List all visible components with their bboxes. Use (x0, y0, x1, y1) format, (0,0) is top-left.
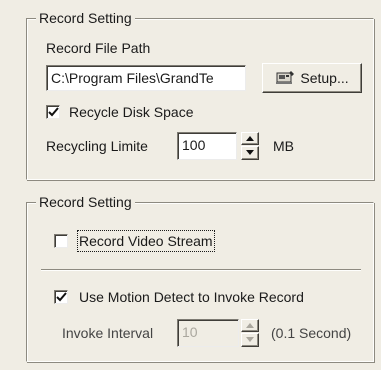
motion-detect-label[interactable]: Use Motion Detect to Invoke Record (79, 288, 304, 306)
group-2-title: Record Setting (36, 193, 135, 211)
recycling-limit-label: Recycling Limite (46, 138, 148, 154)
invoke-interval-unit: (0.1 Second) (271, 325, 352, 341)
record-video-stream-checkbox[interactable] (54, 234, 68, 248)
checkmark-icon (56, 292, 67, 302)
arrow-up-icon (246, 136, 254, 141)
spinner-down-button[interactable] (241, 333, 259, 347)
recycling-limit-input[interactable]: 100 (177, 132, 237, 160)
record-file-path-label: Record File Path (46, 40, 151, 56)
invoke-interval-input[interactable]: 10 (177, 319, 239, 347)
record-settings-panel: Record Setting Record File Path C:\Progr… (0, 0, 381, 370)
recycling-limit-unit: MB (273, 138, 294, 154)
arrow-down-icon (246, 150, 254, 155)
checkmark-icon (48, 107, 59, 117)
group-1-title: Record Setting (36, 9, 135, 27)
invoke-interval-label: Invoke Interval (62, 325, 154, 341)
arrow-down-icon (246, 337, 254, 342)
invoke-interval-spinner[interactable] (241, 319, 259, 347)
group-2-separator (41, 269, 361, 271)
setup-icon (275, 70, 295, 86)
spinner-up-button[interactable] (241, 132, 259, 145)
recycle-disk-space-label[interactable]: Recycle Disk Space (69, 103, 194, 121)
record-setting-group-1: Record Setting Record File Path C:\Progr… (26, 9, 374, 180)
record-file-path-input[interactable]: C:\Program Files\GrandTe (46, 65, 246, 91)
arrow-up-icon (246, 323, 254, 328)
spinner-down-button[interactable] (241, 146, 259, 160)
setup-button[interactable]: Setup... (262, 63, 362, 93)
motion-detect-checkbox[interactable] (54, 290, 68, 304)
setup-button-label: Setup... (300, 70, 349, 86)
spinner-up-button[interactable] (241, 319, 259, 332)
recycle-disk-space-checkbox[interactable] (46, 105, 60, 119)
record-setting-group-2: Record Setting Record Video Stream Use M… (26, 193, 374, 362)
record-video-stream-label[interactable]: Record Video Stream (77, 230, 215, 252)
recycling-limit-spinner[interactable] (241, 132, 259, 160)
